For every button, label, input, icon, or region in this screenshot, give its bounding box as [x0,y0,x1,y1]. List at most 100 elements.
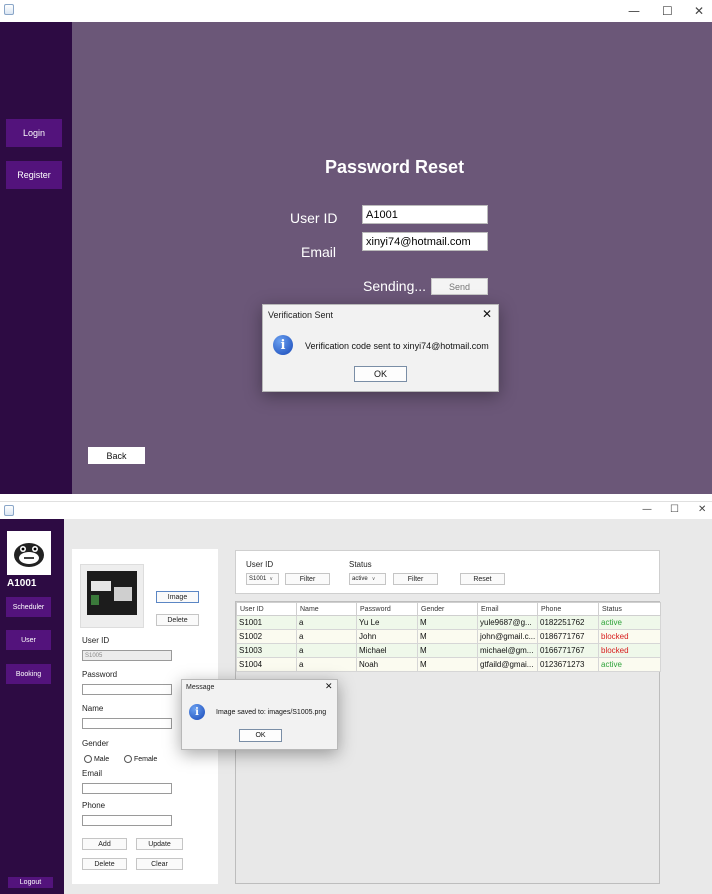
info-icon: i [189,704,205,720]
verification-dialog: Verification Sent ✕ i Verification code … [262,304,499,392]
booking-button[interactable]: Booking [6,664,51,684]
page-title: Password Reset [325,157,465,177]
email-field[interactable] [82,783,172,794]
column-header[interactable]: Password [356,602,418,616]
clear-button[interactable]: Clear [136,858,183,870]
female-label: Female [133,755,158,763]
radio-circle[interactable] [124,755,132,763]
sidebar: A1001 Scheduler User Booking Logout [0,519,64,894]
maximize-icon[interactable]: ☐ [662,4,673,18]
column-header[interactable]: Status [598,602,661,616]
chevron-down-icon: ∨ [269,576,274,582]
minimize-icon[interactable]: — [628,4,640,18]
column-header[interactable]: Phone [537,602,599,616]
phone-label: Phone [82,801,106,810]
window1-titlebar: — ☐ ✕ [0,0,712,22]
column-header[interactable]: User ID [236,602,297,616]
male-radio[interactable]: Male [84,755,109,763]
delete-button[interactable]: Delete [82,858,127,870]
close-icon[interactable]: ✕ [694,4,704,18]
male-label: Male [93,755,110,763]
filter-status-label: Status [349,560,372,569]
email-label: Email [301,244,337,260]
dialog-close-icon[interactable]: ✕ [325,682,333,692]
logout-button[interactable]: Logout [8,877,53,888]
java-app-icon [4,4,14,15]
cell-password: Yu Le [356,615,418,630]
name-field[interactable] [82,718,172,729]
close-icon[interactable]: ✕ [698,504,706,515]
userid-select[interactable]: S1001 ∨ [246,573,279,585]
cell-gender: M [417,643,478,658]
cell-status: blocked [598,643,661,658]
cell-phone: 0182251762 [537,615,599,630]
update-button[interactable]: Update [136,838,183,850]
password-label: Password [82,670,118,679]
java-app-icon [4,505,14,516]
cell-email: yule9687@g... [477,615,538,630]
gender-label: Gender [82,739,109,748]
cell-userid: S1003 [236,643,297,658]
email-field[interactable]: xinyi74@hotmail.com [362,232,488,251]
table-row[interactable]: S1004 a Noah M gtfaild@gmai... 012367127… [236,657,661,672]
ok-button[interactable]: OK [239,729,282,742]
cell-phone: 0166771767 [537,643,599,658]
image-button[interactable]: Image [156,591,199,603]
phone-field[interactable] [82,815,172,826]
delete-image-button[interactable]: Delete [156,614,199,626]
avatar [7,531,51,575]
cell-status: active [598,657,661,672]
sidebar: Login Register [0,22,72,494]
cell-phone: 0186771767 [537,629,599,644]
female-radio[interactable]: Female [124,755,157,763]
ok-button[interactable]: OK [354,366,407,382]
cell-userid: S1001 [236,615,297,630]
filter-panel: User ID S1001 ∨ Filter Status active ∨ F… [235,550,660,594]
userid-select-value: S1001 [249,576,267,582]
maximize-icon[interactable]: ☐ [670,504,679,515]
cell-password: Michael [356,643,418,658]
password-reset-panel: Password Reset User ID A1001 Email xinyi… [72,22,712,494]
send-button[interactable]: Send [431,278,488,295]
filter-status-button[interactable]: Filter [393,573,438,585]
cell-gender: M [417,657,478,672]
cell-password: John [356,629,418,644]
reset-button[interactable]: Reset [460,573,505,585]
name-label: Name [82,704,104,713]
cell-phone: 0123671273 [537,657,599,672]
dialog-title: Message [186,684,215,691]
login-button[interactable]: Login [6,119,62,147]
register-button[interactable]: Register [6,161,62,189]
dialog-message: Verification code sent to xinyi74@hotmai… [305,341,489,351]
column-header[interactable]: Email [477,602,538,616]
minimize-icon[interactable]: — [642,504,652,515]
userid-field[interactable]: A1001 [362,205,488,224]
table-header-row: User ID Name Password Gender Email Phone… [236,602,661,616]
dialog-close-icon[interactable]: ✕ [482,307,492,321]
cell-password: Noah [356,657,418,672]
cell-userid: S1004 [236,657,297,672]
column-header[interactable]: Name [296,602,357,616]
table-row[interactable]: S1001 a Yu Le M yule9687@g... 0182251762… [236,615,661,630]
cell-name: a [296,615,357,630]
cell-name: a [296,643,357,658]
dialog-message: Image saved to: images/S1005.png [216,709,327,716]
user-button[interactable]: User [6,630,51,650]
back-button[interactable]: Back [88,447,145,464]
radio-circle[interactable] [84,755,92,763]
cell-status: blocked [598,629,661,644]
filter-userid-button[interactable]: Filter [285,573,330,585]
cell-status: active [598,615,661,630]
table-row[interactable]: S1003 a Michael M michael@gm... 01667717… [236,643,661,658]
table-row[interactable]: S1002 a John M john@gmail.c... 018677176… [236,629,661,644]
password-field[interactable] [82,684,172,695]
pirate-avatar-icon [14,543,44,567]
status-select-value: active [352,576,368,582]
scheduler-button[interactable]: Scheduler [6,597,51,617]
status-select[interactable]: active ∨ [349,573,386,585]
cell-email: john@gmail.c... [477,629,538,644]
column-header[interactable]: Gender [417,602,478,616]
profile-image [80,564,144,628]
filter-userid-label: User ID [246,560,274,569]
add-button[interactable]: Add [82,838,127,850]
